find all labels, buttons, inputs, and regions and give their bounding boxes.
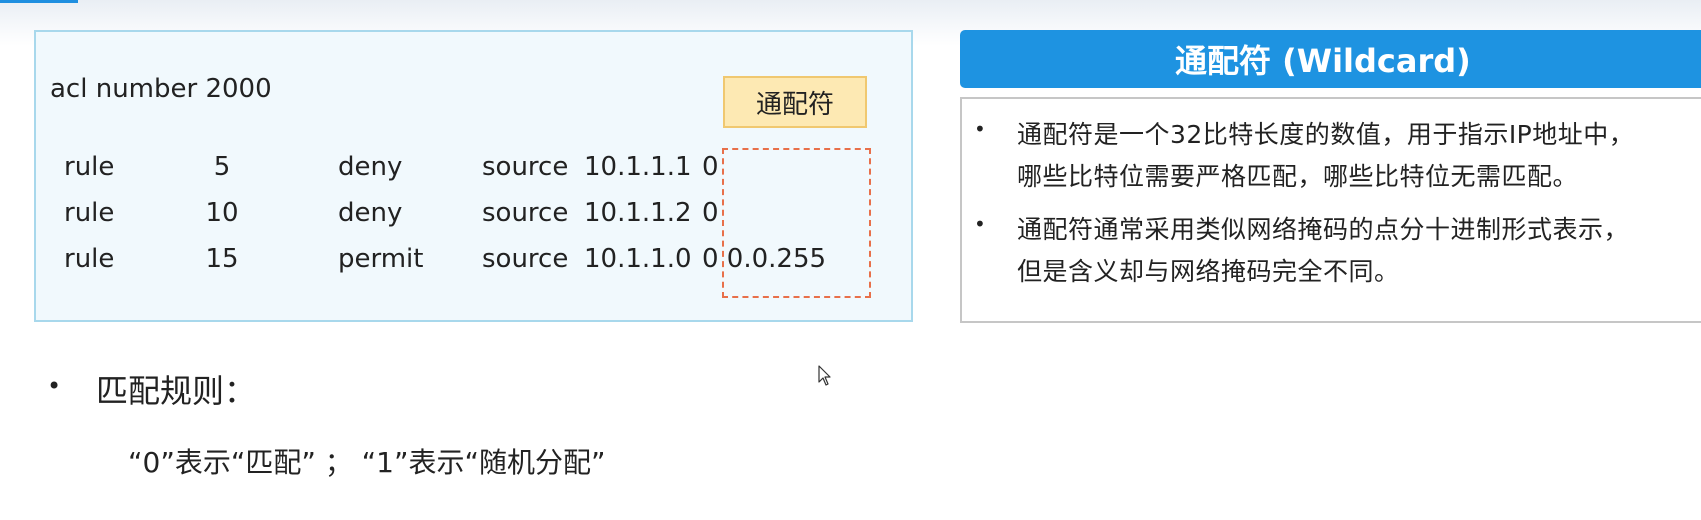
wildcard-tag: 通配符 [723,76,867,128]
acl-title: acl number 2000 [50,74,272,104]
wildcard-highlight-box [722,148,871,298]
rule-source-keyword: source [482,244,569,274]
bullet-dot: • [974,117,986,141]
wildcard-bullet-line: 通配符通常采用类似网络掩码的点分十进制形式表示， [1017,215,1630,244]
rule-number: 10 [205,198,239,228]
rule-number: 15 [205,244,239,274]
rule-source-keyword: source [482,198,569,228]
wildcard-bullet-line: 通配符是一个32比特长度的数值，用于指示IP地址中， [1017,120,1635,149]
wildcard-bullet-line: 但是含义却与网络掩码完全不同。 [1017,257,1400,286]
rule-wildcard: 0 [702,198,719,228]
rule-ip: 10.1.1.0 [584,244,692,274]
rule-keyword: rule [64,152,115,182]
rule-keyword: rule [64,244,115,274]
rule-ip: 10.1.1.2 [584,198,692,228]
rule-wildcard: 0 [702,152,719,182]
match-rules-description: “0”表示“匹配” ； “1”表示“随机分配” [128,446,606,479]
rule-action: deny [338,198,403,228]
rule-ip: 10.1.1.1 [584,152,692,182]
slide: acl number 2000 rule 5 deny source 10.1.… [0,0,1701,520]
rule-source-keyword: source [482,152,569,182]
rule-keyword: rule [64,198,115,228]
wildcard-panel-title: 通配符 (Wildcard) [960,30,1701,88]
rule-action: permit [338,244,424,274]
match-rules-title: 匹配规则： [96,372,257,410]
bullet-dot: • [47,372,62,400]
wildcard-panel-body: • 通配符是一个32比特长度的数值，用于指示IP地址中， 哪些比特位需要严格匹配… [960,97,1701,323]
top-accent-bar [0,0,78,3]
rule-number: 5 [213,152,231,182]
mouse-pointer-icon [818,365,831,386]
bullet-dot: • [974,212,986,236]
rule-action: deny [338,152,403,182]
acl-code-box: acl number 2000 rule 5 deny source 10.1.… [34,30,913,322]
wildcard-bullet-line: 哪些比特位需要严格匹配，哪些比特位无需匹配。 [1017,162,1579,191]
